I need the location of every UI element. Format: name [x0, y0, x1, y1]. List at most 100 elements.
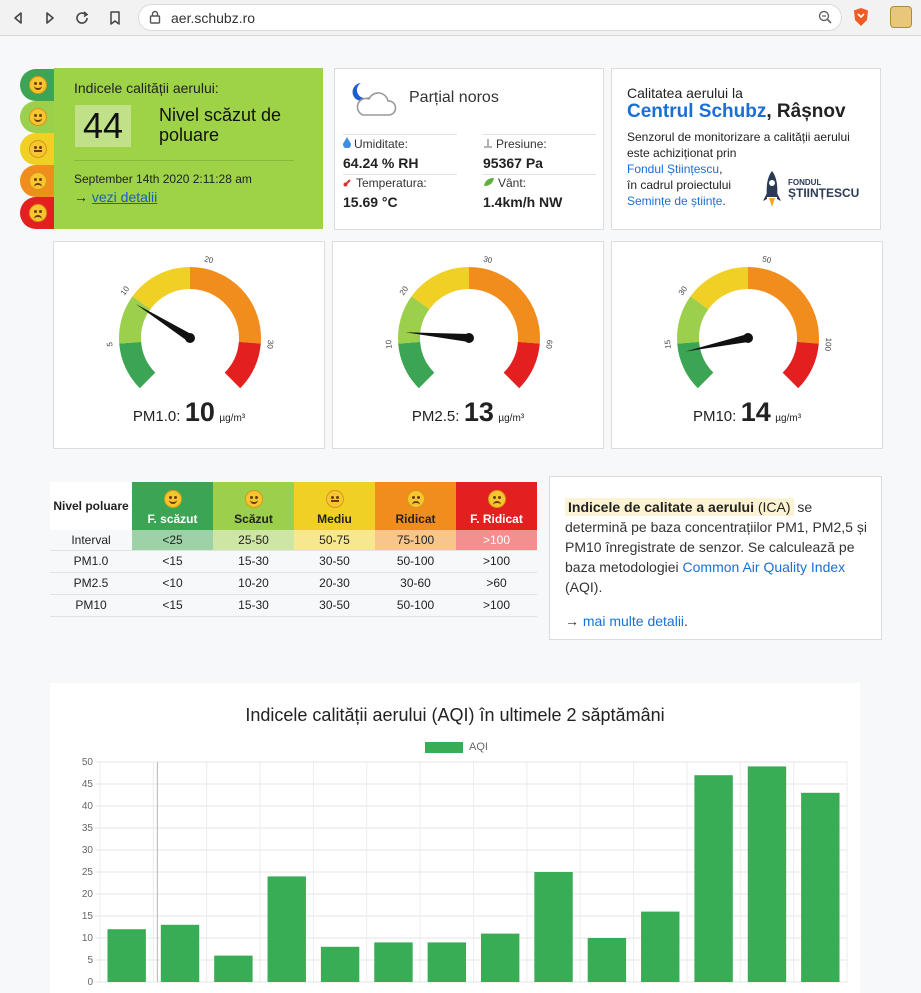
- reload-icon[interactable]: [70, 6, 94, 30]
- level-high-icon: [20, 165, 56, 197]
- info-heading: Calitatea aerului la: [627, 85, 743, 101]
- table-cell: <15: [132, 594, 213, 617]
- ica-text: .: [684, 613, 688, 629]
- level-label: Scăzut: [234, 512, 273, 526]
- gauge-tick-label: 50: [761, 254, 772, 265]
- divider: [482, 134, 596, 135]
- details-link[interactable]: vezi detalii: [92, 189, 157, 205]
- pm10-gauge-svg: 0 15 30 50 100: [663, 254, 833, 392]
- table-cell: 75-100: [375, 530, 456, 551]
- table-cell: >100: [456, 530, 537, 551]
- chart-y-tick: 40: [82, 801, 94, 812]
- table-cell: >100: [456, 550, 537, 573]
- table-cell: 30-50: [294, 594, 375, 617]
- chart-bar: [107, 929, 146, 982]
- gauge-zone: [503, 341, 540, 389]
- chart-bar: [320, 946, 360, 982]
- gauge-zone: [468, 267, 540, 344]
- level-header: Ridicat: [375, 482, 456, 530]
- level-header: F. scăzut: [132, 482, 213, 530]
- ica-highlight: Indicele de calitate a aerului (ICA): [565, 498, 794, 516]
- chart-y-tick: 20: [82, 889, 94, 900]
- table-cell: 15-30: [213, 594, 294, 617]
- table-cell: 15-30: [213, 550, 294, 573]
- level-very-low-icon: [20, 69, 56, 101]
- info-text: în cadrul proiectului: [627, 178, 732, 192]
- chart-y-tick: 50: [82, 757, 94, 768]
- bookmark-icon[interactable]: [103, 6, 127, 30]
- seminte-link[interactable]: Semințe de științe: [627, 194, 722, 208]
- level-medium-icon: [20, 133, 56, 165]
- chart-bar: [480, 933, 520, 982]
- gauge-tick-label: 20: [203, 254, 214, 265]
- row-label: Interval: [50, 530, 132, 551]
- gauge-tick-label: 20: [398, 284, 411, 297]
- more-details-link[interactable]: mai multe detalii: [583, 613, 684, 629]
- back-icon[interactable]: [6, 6, 30, 30]
- forward-icon[interactable]: [38, 6, 62, 30]
- table-row: PM1.0 <15 15-30 30-50 50-100 >100: [50, 550, 537, 573]
- gauge-tick-label: 10: [384, 339, 394, 349]
- extension-icon[interactable]: [890, 6, 912, 28]
- gauge-zone: [119, 296, 151, 344]
- chart-y-tick: 0: [87, 977, 93, 988]
- gauge-tick-label: 60: [544, 340, 554, 350]
- zoom-icon[interactable]: [817, 9, 833, 30]
- table-cell: 50-100: [375, 594, 456, 617]
- pm10-reading: PM10: 14 µg/m³: [612, 397, 882, 428]
- ica-info-card: Indicele de calitate a aerului (ICA) se …: [549, 476, 882, 640]
- pollution-levels-table: Nivel poluare F. scăzut Scăzut Mediu Rid…: [50, 482, 537, 617]
- table-cell: 50-100: [375, 550, 456, 573]
- ica-text: (AQI).: [565, 579, 603, 595]
- arrow-icon: →: [74, 189, 88, 205]
- gauge-tick-label: 10: [119, 284, 132, 297]
- pressure-label: Presiune:: [496, 137, 547, 151]
- info-text: Senzorul de monitorizare a calității aer…: [627, 130, 850, 160]
- level-header: Mediu: [294, 482, 375, 530]
- details-row: → vezi detalii: [74, 189, 157, 205]
- gauge-pm10: 0 15 30 50 100 PM10: 14 µg/m³: [611, 241, 883, 449]
- table-cell: 30-50: [294, 550, 375, 573]
- table-row: Interval <25 25-50 50-75 75-100 >100: [50, 530, 537, 551]
- browser-toolbar: aer.schubz.ro: [0, 0, 921, 36]
- aqi-date: September 14th 2020 2:11:28 am: [74, 172, 252, 186]
- divider: [343, 174, 457, 175]
- level-label: F. scăzut: [147, 512, 198, 526]
- brave-shield-icon[interactable]: [852, 7, 870, 32]
- divider: [74, 160, 294, 161]
- info-text: .: [722, 194, 726, 208]
- chart-bar: [694, 775, 733, 982]
- table-row: PM2.5 <10 10-20 20-30 30-60 >60: [50, 572, 537, 595]
- chart-y-tick: 5: [87, 955, 93, 966]
- pm25-gauge-svg: 0 10 20 30 60: [384, 254, 554, 392]
- gauge-hub: [743, 333, 753, 343]
- level-label: Ridicat: [395, 512, 436, 526]
- fondul-link[interactable]: Fondul Științescu: [627, 162, 719, 176]
- gauge-needle: [135, 303, 193, 342]
- address-bar[interactable]: aer.schubz.ro: [138, 4, 842, 31]
- wind-value: 1.4km/h NW: [483, 194, 563, 210]
- temperature-label: Temperatura:: [356, 176, 427, 190]
- divider: [343, 134, 457, 135]
- gauge-zone: [189, 267, 261, 344]
- gauge-hub: [185, 333, 195, 343]
- row-label: PM1.0: [50, 550, 132, 573]
- aqi-history-chart: Indicele calității aerului (AQI) în ulti…: [50, 683, 860, 993]
- pm1-unit: µg/m³: [219, 413, 246, 424]
- pm10-unit: µg/m³: [775, 413, 802, 424]
- chart-bar: [160, 924, 200, 982]
- city-name: , Râșnov: [766, 101, 846, 122]
- caqi-link[interactable]: Common Air Quality Index: [683, 559, 846, 575]
- pm1-label: PM1.0:: [132, 408, 181, 425]
- ica-abbr: (ICA): [757, 499, 791, 515]
- temperature-block: Temperatura: 15.69 °C: [343, 176, 427, 210]
- table-cell: 20-30: [294, 572, 375, 595]
- logo-text-bottom: ȘTIINȚESCU: [788, 186, 859, 200]
- chart-y-tick: 25: [82, 867, 94, 878]
- center-link[interactable]: Centrul Schubz: [627, 101, 766, 122]
- gauge-zone: [677, 296, 709, 344]
- gauge-tick-label: 100: [823, 337, 833, 352]
- gauge-zone: [398, 341, 435, 389]
- pm25-unit: µg/m³: [498, 413, 525, 424]
- humidity-value: 64.24 % RH: [343, 155, 419, 171]
